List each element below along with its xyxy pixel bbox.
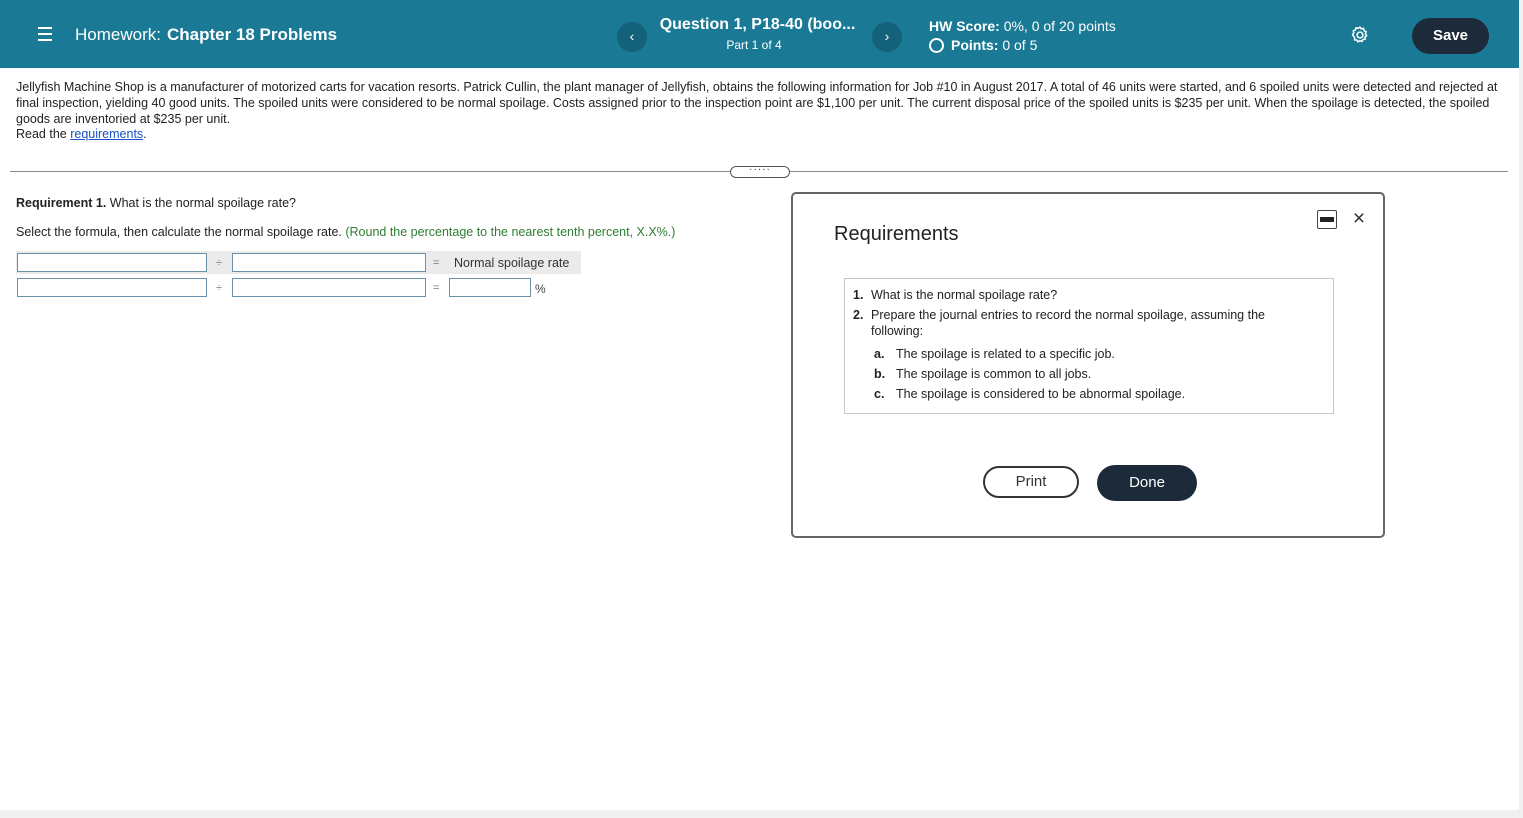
equals-sign: = — [433, 257, 440, 269]
right-edge — [1519, 0, 1523, 818]
subitem-text: The spoilage is common to all jobs. — [896, 367, 1092, 381]
list-item: 2. Prepare the journal entries to record… — [853, 307, 1323, 339]
close-icon[interactable]: × — [1350, 208, 1368, 230]
points: Points: 0 of 5 — [929, 37, 1037, 53]
subitem-letter: c. — [874, 387, 885, 401]
denominator-value-input[interactable] — [232, 278, 426, 297]
minimize-icon[interactable] — [1317, 210, 1337, 229]
instruction: Select the formula, then calculate the n… — [16, 225, 675, 239]
divide-sign: ÷ — [216, 257, 223, 269]
subitem-letter: b. — [874, 367, 886, 381]
item-number: 1. — [853, 288, 864, 302]
subitem-letter: a. — [874, 347, 885, 361]
subitem-text: The spoilage is considered to be abnorma… — [896, 387, 1186, 401]
numerator-value-input[interactable] — [17, 278, 207, 297]
homework-title: Homework: Chapter 18 Problems — [75, 25, 337, 45]
read-prefix: Read the — [16, 127, 71, 141]
item-number: 2. — [853, 308, 864, 322]
progress-circle-icon — [929, 38, 944, 53]
percent-sign: % — [535, 282, 546, 296]
requirements-dialog: × Requirements 1. What is the normal spo… — [791, 192, 1385, 538]
save-button[interactable]: Save — [1412, 18, 1489, 54]
hw-score: HW Score: 0%, 0 of 20 points — [929, 18, 1116, 34]
requirement-label: Requirement 1. — [16, 196, 107, 210]
points-value: 0 of 5 — [1002, 37, 1038, 53]
item-text: What is the normal spoilage rate? — [871, 288, 1058, 302]
spoilage-rate-input[interactable] — [449, 278, 531, 297]
hw-score-label: HW Score: — [929, 18, 1000, 34]
requirement-question: What is the normal spoilage rate? — [106, 196, 296, 210]
rounding-hint: (Round the percentage to the nearest ten… — [345, 225, 676, 239]
read-requirements: Read the requirements. — [16, 127, 147, 141]
done-button[interactable]: Done — [1097, 465, 1197, 501]
bottom-strip — [0, 810, 1519, 818]
top-bar: Homework: Chapter 18 Problems ‹ Question … — [0, 0, 1519, 68]
print-button[interactable]: Print — [983, 466, 1079, 498]
read-suffix: . — [143, 127, 147, 141]
next-question-button[interactable]: › — [872, 22, 902, 52]
divide-sign: ÷ — [216, 282, 223, 294]
points-label: Points: — [951, 37, 999, 53]
equals-sign: = — [433, 282, 440, 294]
normal-spoilage-rate-label: Normal spoilage rate — [454, 256, 570, 270]
hamburger-menu-icon[interactable] — [38, 27, 52, 41]
item-text: Prepare the journal entries to record th… — [871, 308, 1265, 338]
question-part: Part 1 of 4 — [726, 38, 782, 52]
homework-name: Chapter 18 Problems — [166, 25, 338, 44]
requirement-1-heading: Requirement 1. What is the normal spoila… — [16, 196, 296, 210]
gear-icon[interactable] — [1350, 25, 1370, 45]
formula-denominator-select[interactable] — [232, 253, 426, 272]
requirements-list: 1. What is the normal spoilage rate? 2. … — [844, 278, 1334, 414]
subitem-text: The spoilage is related to a specific jo… — [896, 347, 1115, 361]
resize-handle[interactable]: ····· — [730, 165, 790, 178]
problem-statement: Jellyfish Machine Shop is a manufacturer… — [16, 80, 1498, 126]
dialog-title: Requirements — [834, 223, 959, 245]
hw-score-value: 0%, 0 of 20 points — [1003, 18, 1116, 34]
requirements-link[interactable]: requirements — [70, 127, 143, 141]
formula-numerator-select[interactable] — [17, 253, 207, 272]
homework-label: Homework: — [75, 25, 161, 44]
instruction-text: Select the formula, then calculate the n… — [16, 225, 346, 239]
previous-question-button[interactable]: ‹ — [617, 22, 647, 52]
question-title: Question 1, P18-40 (boo... — [659, 16, 856, 33]
